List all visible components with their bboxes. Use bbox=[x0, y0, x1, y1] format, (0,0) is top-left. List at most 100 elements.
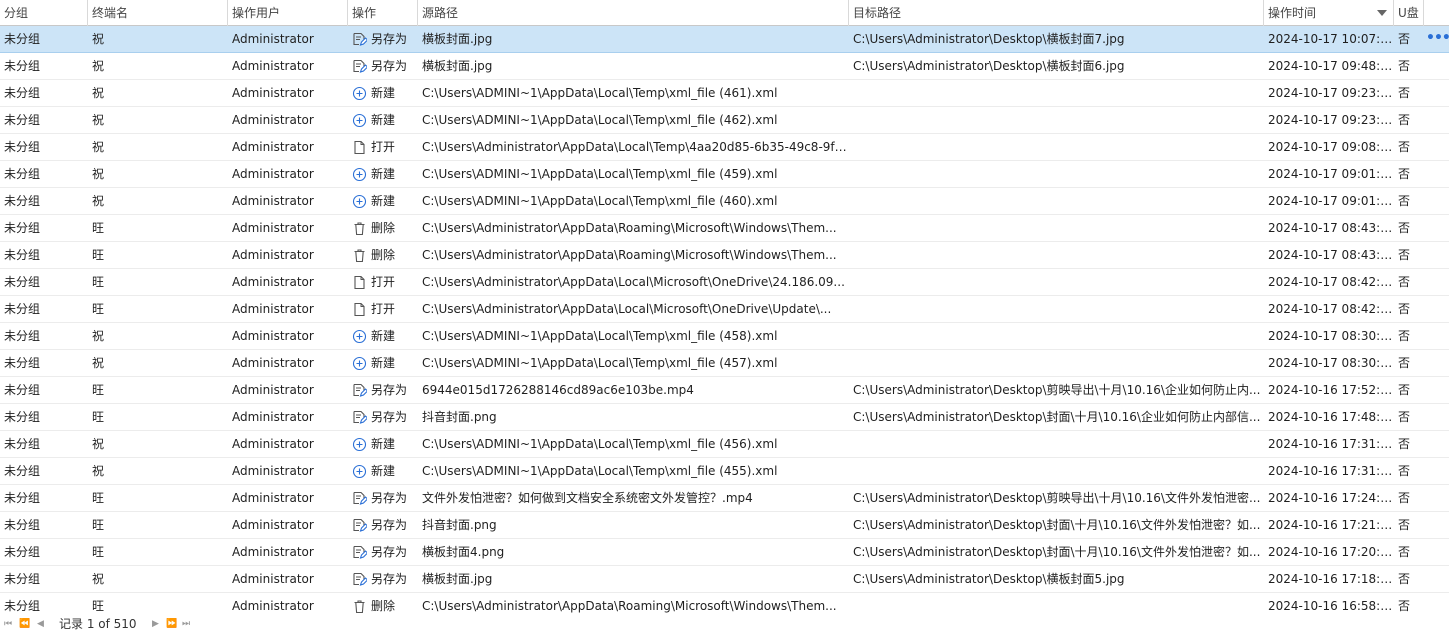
target-path-cell bbox=[849, 161, 1264, 187]
terminal-cell: 旺 bbox=[92, 491, 105, 505]
target-path-cell bbox=[849, 458, 1264, 484]
terminal-cell: 旺 bbox=[92, 248, 105, 262]
table-row[interactable]: 未分组 祝 Administrator 新建 C:\Users\ADMINI~1\App… bbox=[0, 431, 1449, 458]
source-path-cell: 横板封面.jpg bbox=[422, 32, 493, 46]
terminal-cell: 旺 bbox=[92, 518, 105, 532]
source-path-cell: 横板封面.jpg bbox=[422, 572, 493, 586]
delete-icon bbox=[352, 221, 367, 236]
terminal-cell: 旺 bbox=[92, 221, 105, 235]
table-row[interactable]: 未分组 旺 Administrator 打开 C:\Users\Administrato… bbox=[0, 269, 1449, 296]
target-path-cell: C:\Users\Administrator\Desktop\横板封面7.jpg bbox=[853, 32, 1125, 46]
group-cell: 未分组 bbox=[4, 221, 41, 235]
terminal-cell: 祝 bbox=[92, 356, 105, 370]
column-header-time[interactable]: 操作时间 bbox=[1264, 0, 1394, 26]
last-record-button[interactable]: ⏭ bbox=[182, 617, 190, 631]
sort-descending-icon[interactable] bbox=[1377, 10, 1387, 16]
column-header-user[interactable]: 操作用户 bbox=[228, 0, 348, 26]
usb-cell: 否 bbox=[1398, 356, 1411, 370]
operation-cell: 新建 bbox=[348, 323, 418, 349]
time-cell: 2024-10-17 09:01:05 bbox=[1268, 167, 1394, 181]
time-cell: 2024-10-16 17:31:07 bbox=[1268, 464, 1394, 478]
time-cell: 2024-10-17 09:08:43 bbox=[1268, 140, 1394, 154]
delete-icon bbox=[352, 248, 367, 263]
prev-page-button[interactable]: ⏪ bbox=[19, 617, 30, 631]
time-cell: 2024-10-17 08:30:13 bbox=[1268, 356, 1394, 370]
time-cell: 2024-10-17 09:01:05 bbox=[1268, 194, 1394, 208]
target-path-cell bbox=[849, 296, 1264, 322]
usb-cell: 否 bbox=[1398, 113, 1411, 127]
usb-cell: 否 bbox=[1398, 410, 1411, 424]
table-row[interactable]: 未分组 旺 Administrator 删除 C:\Users\Administrato… bbox=[0, 215, 1449, 242]
table-row[interactable]: 未分组 祝 Administrator 新建 C:\Users\ADMINI~1\App… bbox=[0, 323, 1449, 350]
table-row[interactable]: 未分组 祝 Administrator 打开 C:\Users\Administrato… bbox=[0, 134, 1449, 161]
operation-cell: 删除 bbox=[348, 242, 418, 268]
operation-cell: 新建 bbox=[348, 188, 418, 214]
save-as-icon bbox=[352, 59, 367, 74]
operation-label: 打开 bbox=[371, 140, 396, 154]
table-row[interactable]: 未分组 祝 Administrator 新建 C:\Users\ADMINI~1\App… bbox=[0, 350, 1449, 377]
target-path-cell: C:\Users\Administrator\Desktop\剪映导出\十月\1… bbox=[853, 383, 1261, 397]
operation-label: 新建 bbox=[371, 113, 396, 127]
usb-cell: 否 bbox=[1398, 329, 1411, 343]
table-row[interactable]: 未分组 旺 Administrator 另存为 抖音封面.png C:\Users\Adm… bbox=[0, 512, 1449, 539]
column-header-operation[interactable]: 操作 bbox=[348, 0, 418, 26]
terminal-cell: 旺 bbox=[92, 545, 105, 559]
table-row[interactable]: 未分组 旺 Administrator 删除 C:\Users\Administrato… bbox=[0, 242, 1449, 269]
first-record-button[interactable]: ⏮ bbox=[4, 617, 12, 631]
table-row[interactable]: 未分组 旺 Administrator 另存为 抖音封面.png C:\Users\Adm… bbox=[0, 404, 1449, 431]
user-cell: Administrator bbox=[232, 572, 314, 586]
table-row[interactable]: 未分组 祝 Administrator 另存为 横板封面.jpg C:\Users\Adm… bbox=[0, 53, 1449, 80]
terminal-cell: 祝 bbox=[92, 140, 105, 154]
group-cell: 未分组 bbox=[4, 140, 41, 154]
prev-record-button[interactable]: ◀ bbox=[37, 617, 44, 631]
table-row[interactable]: 未分组 祝 Administrator 新建 C:\Users\ADMINI~1\App… bbox=[0, 458, 1449, 485]
table-row[interactable]: 未分组 旺 Administrator 打开 C:\Users\Administrato… bbox=[0, 296, 1449, 323]
table-row[interactable]: 未分组 祝 Administrator 另存为 横板封面.jpg C:\Users\Adm… bbox=[0, 26, 1449, 53]
column-header-usb[interactable]: U盘 bbox=[1394, 0, 1424, 26]
record-counter: 记录 1 of 510 bbox=[59, 617, 137, 631]
operation-cell: 另存为 bbox=[348, 485, 418, 511]
time-cell: 2024-10-17 08:42:21 bbox=[1268, 275, 1394, 289]
target-path-cell bbox=[849, 323, 1264, 349]
time-cell: 2024-10-16 17:52:59 bbox=[1268, 383, 1394, 397]
column-header-source-path[interactable]: 源路径 bbox=[418, 0, 849, 26]
operation-label: 另存为 bbox=[371, 59, 408, 73]
time-cell: 2024-10-16 17:20:52 bbox=[1268, 545, 1394, 559]
new-icon bbox=[352, 167, 367, 182]
user-cell: Administrator bbox=[232, 221, 314, 235]
table-row[interactable]: 未分组 旺 Administrator 另存为 6944e015d1726288146c… bbox=[0, 377, 1449, 404]
more-options-icon[interactable]: ••• bbox=[1426, 26, 1449, 52]
group-cell: 未分组 bbox=[4, 356, 41, 370]
open-file-icon bbox=[352, 275, 367, 290]
table-row[interactable]: 未分组 祝 Administrator 新建 C:\Users\ADMINI~1\App… bbox=[0, 161, 1449, 188]
operation-label: 新建 bbox=[371, 437, 396, 451]
table-row[interactable]: 未分组 祝 Administrator 新建 C:\Users\ADMINI~1\App… bbox=[0, 80, 1449, 107]
user-cell: Administrator bbox=[232, 464, 314, 478]
target-path-cell: C:\Users\Administrator\Desktop\封面\十月\10.… bbox=[853, 545, 1261, 559]
group-cell: 未分组 bbox=[4, 545, 41, 559]
target-path-cell bbox=[849, 215, 1264, 241]
user-cell: Administrator bbox=[232, 32, 314, 46]
table-row[interactable]: 未分组 祝 Administrator 新建 C:\Users\ADMINI~1\App… bbox=[0, 107, 1449, 134]
grid-header: 分组 终端名 操作用户 操作 源路径 目标路径 操作时间 U盘 bbox=[0, 0, 1449, 26]
column-header-terminal[interactable]: 终端名 bbox=[88, 0, 228, 26]
table-row[interactable]: 未分组 旺 Administrator 另存为 横板封面4.png C:\Users\Ad… bbox=[0, 539, 1449, 566]
column-header-group[interactable]: 分组 bbox=[0, 0, 88, 26]
new-icon bbox=[352, 437, 367, 452]
terminal-cell: 祝 bbox=[92, 194, 105, 208]
table-row[interactable]: 未分组 祝 Administrator 新建 C:\Users\ADMINI~1\App… bbox=[0, 188, 1449, 215]
operation-label: 新建 bbox=[371, 356, 396, 370]
operation-cell: 新建 bbox=[348, 161, 418, 187]
target-path-cell bbox=[849, 242, 1264, 268]
target-path-cell bbox=[849, 134, 1264, 160]
target-path-cell: C:\Users\Administrator\Desktop\封面\十月\10.… bbox=[853, 518, 1261, 532]
user-cell: Administrator bbox=[232, 545, 314, 559]
usb-cell: 否 bbox=[1398, 248, 1411, 262]
next-record-button[interactable]: ▶ bbox=[152, 617, 159, 631]
table-row[interactable]: 未分组 祝 Administrator 另存为 横板封面.jpg C:\Users\Adm… bbox=[0, 566, 1449, 593]
column-header-target-path[interactable]: 目标路径 bbox=[849, 0, 1264, 26]
table-row[interactable]: 未分组 旺 Administrator 另存为 文件外发怕泄密？如何做到文档安全系统密文… bbox=[0, 485, 1449, 512]
next-page-button[interactable]: ⏩ bbox=[166, 617, 177, 631]
usb-cell: 否 bbox=[1398, 221, 1411, 235]
operation-label: 新建 bbox=[371, 329, 396, 343]
